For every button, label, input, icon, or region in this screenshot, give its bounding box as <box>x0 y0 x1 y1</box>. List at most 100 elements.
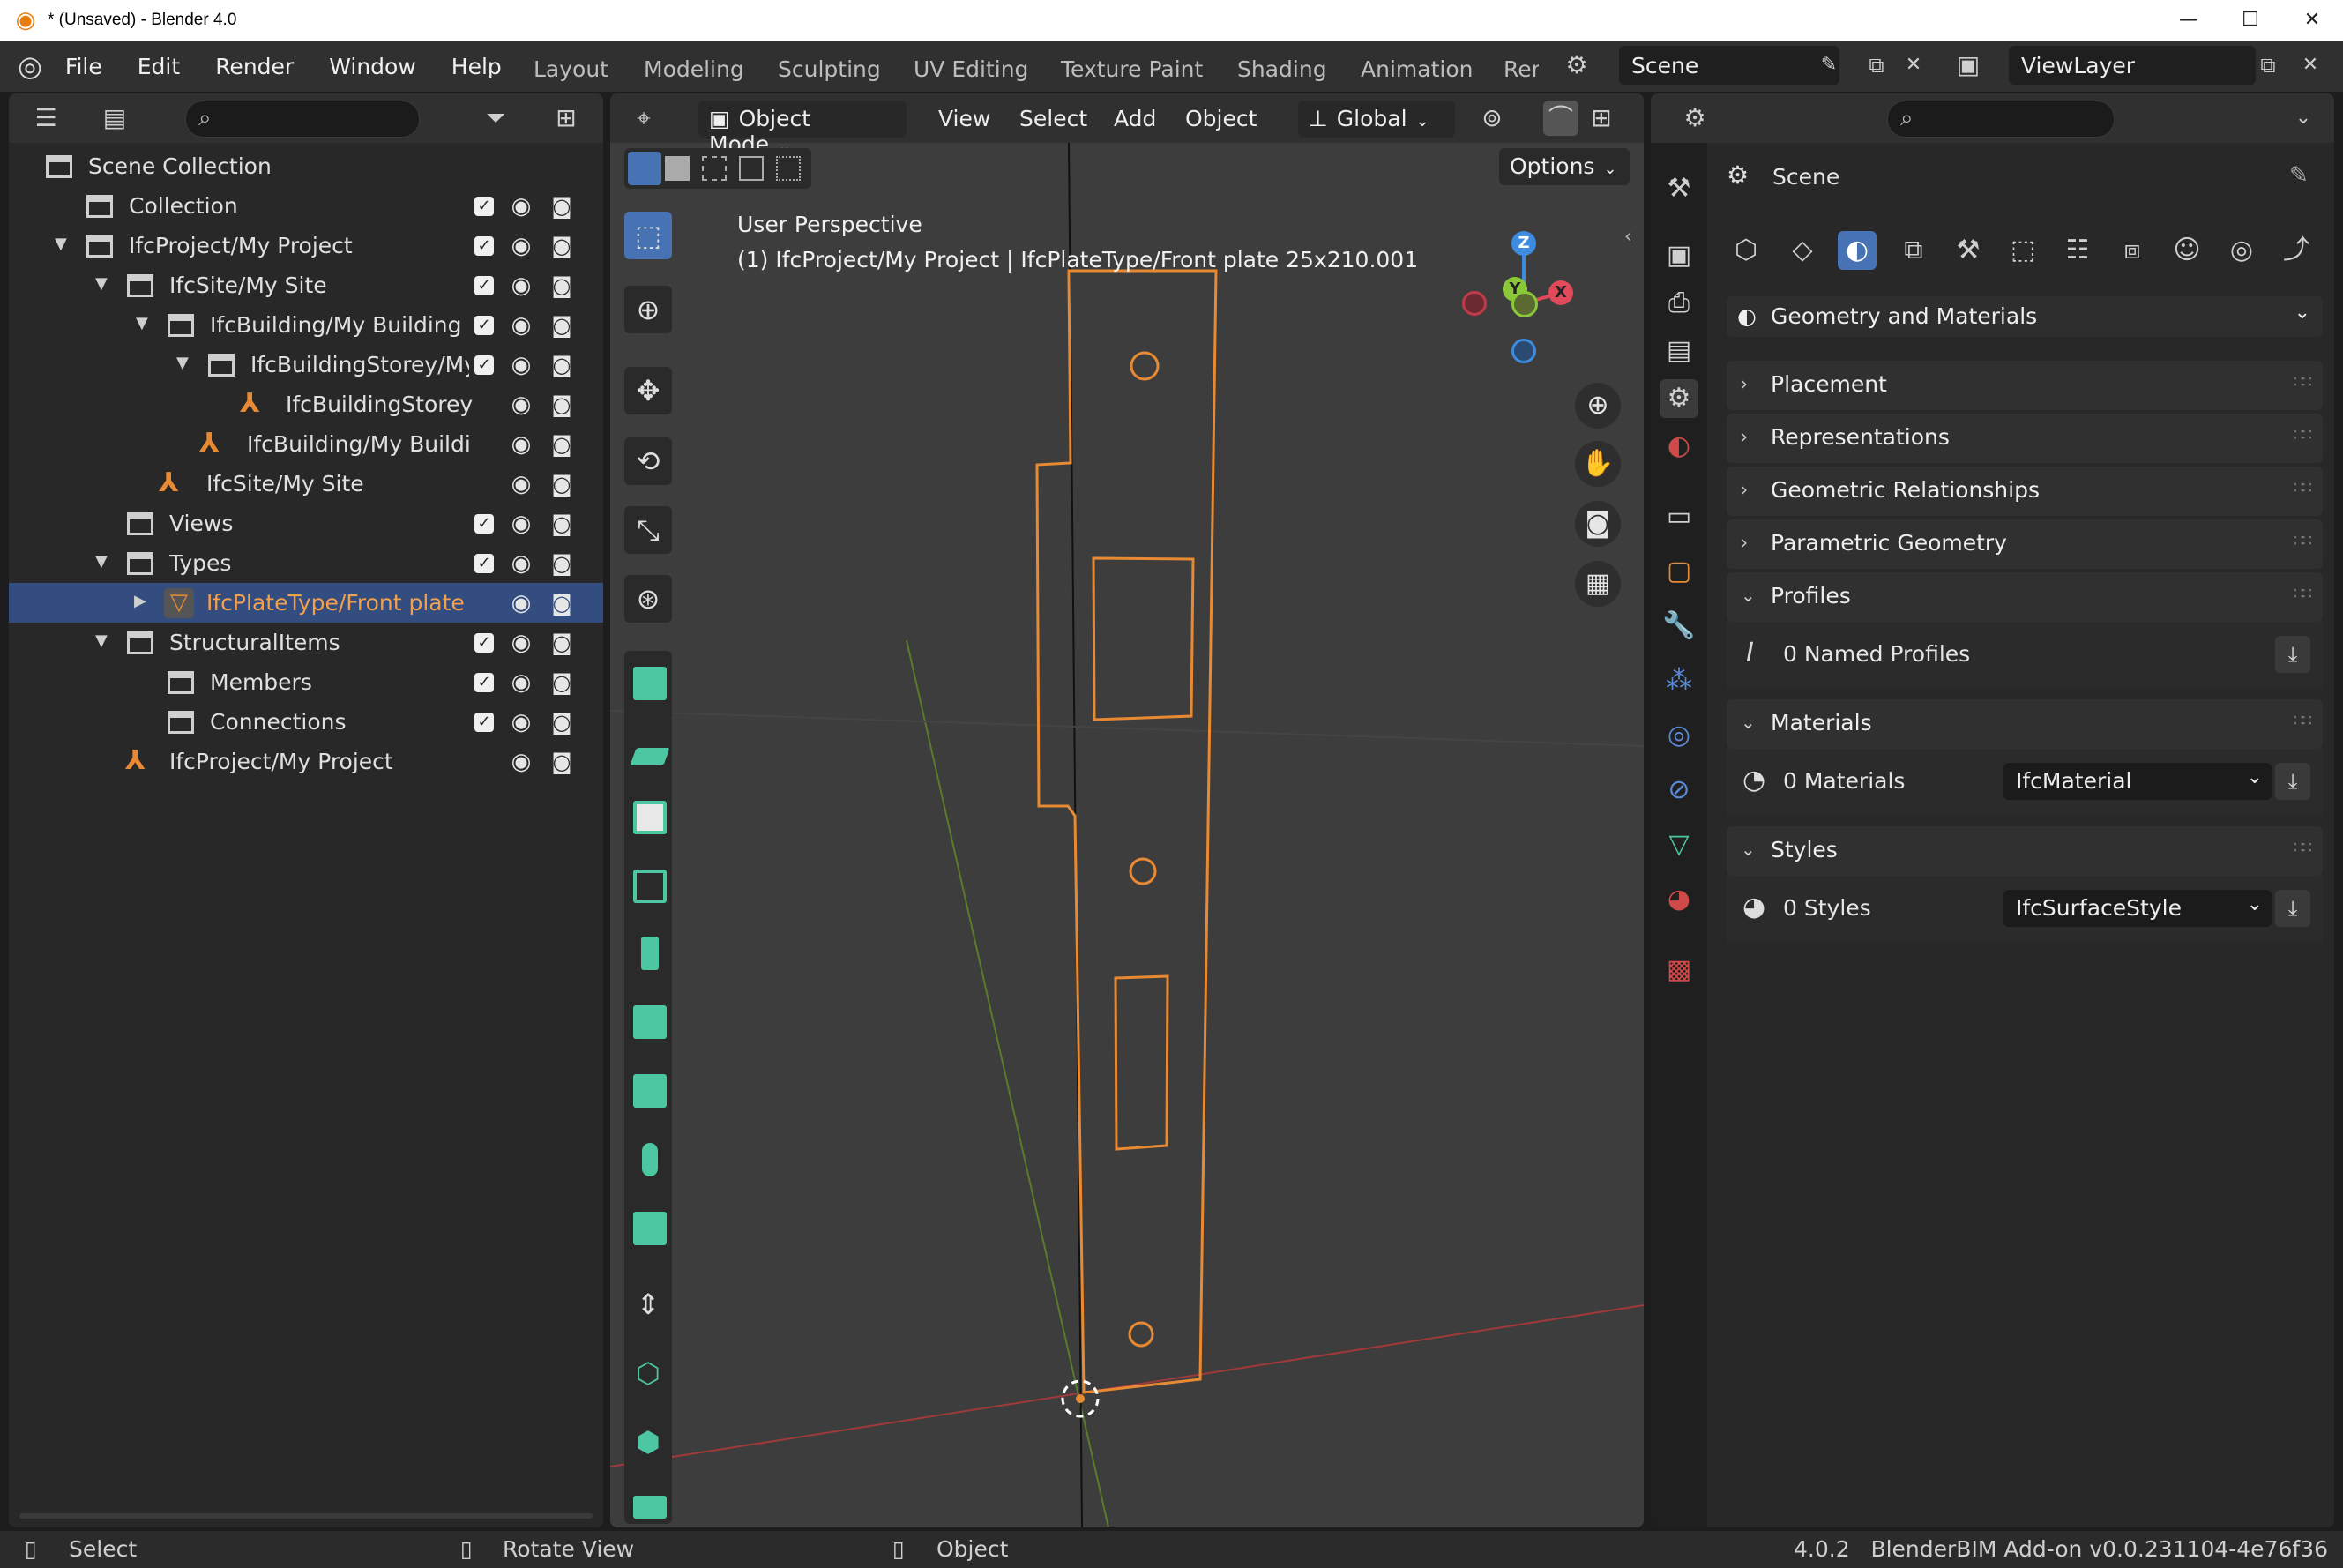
snap-target-icon[interactable]: ⊞ <box>1584 101 1619 136</box>
exclude-checkbox[interactable]: ✓ <box>474 315 494 335</box>
close-window-button[interactable]: ✕ <box>2281 0 2343 41</box>
select-extend-icon[interactable] <box>665 156 690 181</box>
pin-icon[interactable]: ✎ <box>2289 162 2309 189</box>
viewport-menu-view[interactable]: View <box>938 106 990 131</box>
outliner-row-ifcbuilding[interactable]: ▼ IfcBuilding/My Building ✓ ◉ ◙ <box>9 305 603 345</box>
editor-type-icon[interactable]: ⌖ <box>626 101 661 136</box>
exclude-checkbox[interactable]: ✓ <box>474 632 494 653</box>
expand-arrow-icon[interactable]: ▼ <box>95 552 108 571</box>
import-materials-button[interactable]: ⤓ <box>2275 763 2310 800</box>
viewport-menu-add[interactable]: Add <box>1114 106 1156 131</box>
select-intersect-icon[interactable] <box>776 156 801 181</box>
style-type-dropdown[interactable]: IfcSurfaceStyle ⌄ <box>2003 890 2272 927</box>
render-tab-icon[interactable]: ▣ <box>1660 236 1698 275</box>
tab-texture-paint[interactable]: Texture Paint <box>1061 56 1203 82</box>
material-tab-icon[interactable]: ◕ <box>1660 880 1698 919</box>
render-camera-icon[interactable]: ◙ <box>548 671 575 694</box>
expand-arrow-icon[interactable]: ▼ <box>95 631 108 650</box>
world-tab-icon[interactable]: ◐ <box>1660 427 1698 466</box>
panel-geometric-relationships[interactable]: › Geometric Relationships ∷∷ <box>1727 467 2323 516</box>
properties-search-input[interactable]: ⌕ <box>1887 101 2115 138</box>
bim-project-tab-icon[interactable]: ⬡ <box>1727 231 1765 270</box>
duct-tool-icon[interactable] <box>633 1074 667 1108</box>
expand-arrow-icon[interactable]: ▼ <box>176 354 189 372</box>
tab-uv-editing[interactable]: UV Editing <box>914 56 1028 82</box>
gizmo-neg-z-icon[interactable] <box>1511 339 1536 363</box>
viewlayer-browse-icon[interactable]: ▣ <box>1951 48 1986 83</box>
visibility-eye-icon[interactable]: ◉ <box>508 393 534 416</box>
pivot-point-icon[interactable]: ⊚ <box>1474 101 1510 136</box>
filter-icon[interactable]: ⏷ <box>478 101 513 136</box>
outliner-row-ifcbuildingstorey[interactable]: ▼ IfcBuildingStorey/My ✓ ◉ ◙ <box>9 345 603 385</box>
outliner-row-project-empty[interactable]: ⅄ IfcProject/My Project ◉ ◙ <box>9 742 603 781</box>
drag-grip-icon[interactable]: ∷∷ <box>2294 532 2312 550</box>
collapsed-arrow-icon[interactable]: ▶ <box>134 592 146 610</box>
bim-stakeholders-tab-icon[interactable]: ☺ <box>2168 231 2206 270</box>
visibility-eye-icon[interactable]: ◉ <box>508 473 534 496</box>
exclude-checkbox[interactable]: ✓ <box>474 672 494 692</box>
dimension-tool-icon[interactable]: ⇕ <box>624 1281 672 1328</box>
chevron-down-icon[interactable]: ⌄ <box>2286 101 2321 136</box>
scene-browse-icon[interactable]: ⚙ <box>1559 48 1594 83</box>
transform-tool[interactable]: ⊛ <box>624 575 672 623</box>
pin-scene-icon[interactable]: ✎ <box>1811 48 1847 83</box>
outliner-row-views[interactable]: Views ✓ ◉ ◙ <box>9 504 603 543</box>
new-viewlayer-icon[interactable]: ⧉ <box>2250 48 2286 83</box>
scene-tab-icon[interactable]: ⚙ <box>1660 379 1698 418</box>
render-camera-icon[interactable]: ◙ <box>548 354 575 377</box>
visibility-eye-icon[interactable]: ◉ <box>508 750 534 773</box>
perspective-grid-icon[interactable]: ▦ <box>1575 561 1621 607</box>
editor-type-icon[interactable]: ☰ <box>28 101 63 136</box>
render-camera-icon[interactable]: ◙ <box>548 750 575 773</box>
scene-name-field[interactable]: Scene <box>1619 46 1839 85</box>
transform-orientation-dropdown[interactable]: ⊥ Global ⌄ <box>1298 101 1455 138</box>
panel-materials[interactable]: ⌄ Materials ∷∷ <box>1727 699 2323 749</box>
import-styles-button[interactable]: ⤓ <box>2275 890 2310 927</box>
bim-more-tab-icon[interactable]: ⤴ <box>2277 231 2316 270</box>
exclude-checkbox[interactable]: ✓ <box>474 355 494 375</box>
drawing-tool-icon[interactable]: ⬡ <box>624 1349 672 1397</box>
bim-quality-tab-icon[interactable]: ◎ <box>2222 231 2261 270</box>
select-invert-icon[interactable] <box>739 156 764 181</box>
rotate-tool[interactable]: ⟲ <box>624 437 672 485</box>
exclude-checkbox[interactable]: ✓ <box>474 712 494 732</box>
object-tab-icon[interactable]: ▢ <box>1660 552 1698 591</box>
visibility-eye-icon[interactable]: ◉ <box>508 354 534 377</box>
menu-render[interactable]: Render <box>215 54 294 79</box>
outliner-row-site-empty[interactable]: ⅄ IfcSite/My Site ◉ ◙ <box>9 464 603 504</box>
expand-arrow-icon[interactable]: ▼ <box>95 274 108 293</box>
drag-grip-icon[interactable]: ∷∷ <box>2294 426 2312 444</box>
expand-arrow-icon[interactable]: ▼ <box>136 314 148 332</box>
visibility-eye-icon[interactable]: ◉ <box>508 512 534 535</box>
options-dropdown[interactable]: Options ⌄ <box>1499 148 1630 185</box>
outliner-row-collection[interactable]: Collection ✓ ◉ ◙ <box>9 186 603 226</box>
move-tool[interactable]: ✥ <box>624 367 672 414</box>
drag-grip-icon[interactable]: ∷∷ <box>2294 839 2312 857</box>
bim-structural-tab-icon[interactable]: ⬚ <box>2003 231 2042 270</box>
menu-help[interactable]: Help <box>451 54 502 79</box>
drag-grip-icon[interactable]: ∷∷ <box>2294 712 2312 730</box>
tab-shading[interactable]: Shading <box>1237 56 1327 82</box>
menu-window[interactable]: Window <box>329 54 416 79</box>
visibility-eye-icon[interactable]: ◉ <box>508 274 534 297</box>
scale-tool[interactable]: ⤡ <box>624 506 672 554</box>
visibility-eye-icon[interactable]: ◉ <box>508 195 534 218</box>
outliner-row-scene-collection[interactable]: Scene Collection <box>9 146 603 186</box>
collection-tab-icon[interactable]: ▭ <box>1660 497 1698 536</box>
outliner-row-ifcplatetype[interactable]: ▶ ▽ IfcPlateType/Front plate ◉ ◙ <box>9 583 603 623</box>
drag-grip-icon[interactable]: ∷∷ <box>2294 373 2312 392</box>
render-camera-icon[interactable]: ◙ <box>548 592 575 615</box>
render-camera-icon[interactable]: ◙ <box>548 393 575 416</box>
view-layer-tab-icon[interactable]: ▤ <box>1660 332 1698 370</box>
data-tab-icon[interactable]: ▽ <box>1660 825 1698 864</box>
exclude-checkbox[interactable]: ✓ <box>474 275 494 295</box>
panel-styles[interactable]: ⌄ Styles ∷∷ <box>1727 826 2323 876</box>
viewport-menu-select[interactable]: Select <box>1019 106 1087 131</box>
camera-view-icon[interactable]: ◙ <box>1575 501 1621 547</box>
door-tool-icon[interactable] <box>633 801 667 834</box>
tab-rendering[interactable]: Ren <box>1504 56 1539 82</box>
cursor-tool[interactable]: ⊕ <box>624 286 672 333</box>
stair-tool-icon[interactable] <box>633 1005 667 1039</box>
blender-menu-icon[interactable]: ◎ <box>18 49 42 83</box>
render-camera-icon[interactable]: ◙ <box>548 473 575 496</box>
